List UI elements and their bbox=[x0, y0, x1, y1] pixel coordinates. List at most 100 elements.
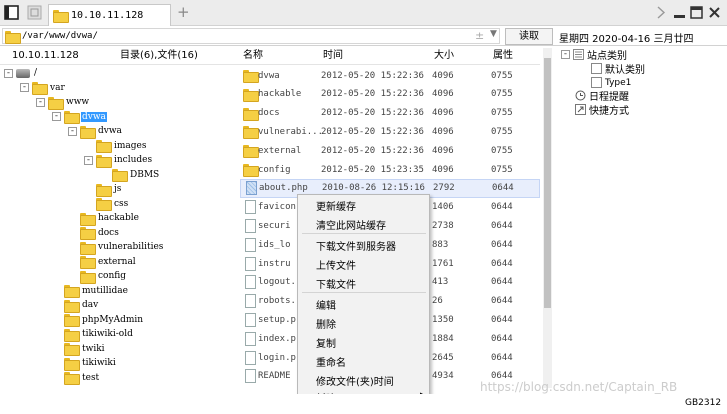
tree-node[interactable]: DBMS bbox=[100, 168, 160, 182]
tree-node[interactable]: phpMyAdmin bbox=[52, 313, 144, 327]
shortcuts-node[interactable]: 快捷方式 bbox=[575, 103, 629, 117]
encoding-label: GB2312 bbox=[685, 398, 722, 408]
collapse-icon[interactable]: - bbox=[4, 68, 13, 78]
folder-icon bbox=[242, 164, 259, 177]
menu-item-download[interactable]: 下载文件 bbox=[316, 276, 356, 291]
folder-icon bbox=[96, 154, 112, 168]
watermark: https://blog.csdn.net/Captain_RB bbox=[480, 380, 678, 394]
collapse-icon[interactable]: - bbox=[20, 83, 29, 92]
file-size: 4934 bbox=[432, 371, 454, 382]
read-button[interactable]: 读取 bbox=[505, 28, 553, 45]
file-row[interactable]: hackable 2012-05-20 15:22:36 4096 0755 bbox=[240, 85, 540, 104]
column-header-name[interactable]: 名称 bbox=[243, 47, 263, 64]
file-attr: 0755 bbox=[491, 145, 513, 156]
tree-node[interactable]: docs bbox=[68, 226, 120, 240]
file-attr: 0644 bbox=[491, 202, 513, 213]
scrollbar-thumb[interactable] bbox=[544, 58, 551, 308]
folder-icon bbox=[242, 107, 259, 121]
file-attr: 0644 bbox=[491, 239, 513, 250]
file-row[interactable]: docs 2012-05-20 15:22:36 4096 0755 bbox=[240, 104, 540, 123]
file-time: 2012-05-20 15:22:36 bbox=[321, 126, 424, 137]
menu-item-delete[interactable]: 删除 bbox=[316, 316, 336, 331]
tree-node[interactable]: - www bbox=[36, 95, 90, 110]
tree-node[interactable]: external bbox=[68, 255, 137, 269]
tree-node[interactable]: twiki bbox=[52, 342, 106, 356]
tree-node[interactable]: js bbox=[84, 182, 122, 197]
folder-icon bbox=[80, 241, 96, 255]
tree-node[interactable]: dav bbox=[52, 298, 99, 313]
tree-node[interactable]: - includes bbox=[84, 153, 153, 168]
path-input[interactable]: /var/www/dvwa/ bbox=[2, 28, 500, 44]
menu-item-refresh-cache[interactable]: 更新缓存 bbox=[316, 198, 356, 213]
menu-item-clear-cache[interactable]: 清空此网站缓存 bbox=[316, 217, 386, 232]
file-attr: 0755 bbox=[491, 89, 513, 100]
collapse-icon[interactable]: - bbox=[52, 112, 61, 121]
sidebar-toggle-icon[interactable] bbox=[4, 5, 19, 20]
collapse-icon[interactable]: - bbox=[561, 50, 570, 59]
menu-item-modify-time[interactable]: 修改文件(夹)时间 bbox=[316, 373, 394, 388]
tree-node[interactable]: - / bbox=[4, 66, 38, 80]
dropdown-arrow-icon[interactable]: ▼ bbox=[490, 29, 497, 39]
tree-node[interactable]: hackable bbox=[68, 211, 140, 226]
minimize-icon[interactable] bbox=[673, 6, 686, 19]
maximize-icon[interactable] bbox=[690, 6, 703, 19]
tree-node-label: css bbox=[114, 198, 129, 209]
file-row[interactable]: vulnerabi... 2012-05-20 15:22:36 4096 0755 bbox=[240, 122, 540, 141]
file-attr: 0755 bbox=[491, 126, 513, 137]
file-list-scrollbar[interactable] bbox=[543, 48, 552, 388]
menu-item-download-to-server[interactable]: 下载文件到服务器 bbox=[316, 238, 396, 253]
tree-node[interactable]: - dvwa bbox=[52, 110, 107, 124]
file-name: README bbox=[258, 371, 291, 382]
tree-node[interactable]: config bbox=[68, 269, 127, 284]
default-category-node[interactable]: 默认类别 bbox=[591, 62, 645, 76]
file-size: 4096 bbox=[432, 70, 454, 81]
chevron-right-icon[interactable] bbox=[654, 6, 667, 19]
file-size: 26 bbox=[432, 296, 443, 307]
folder-icon bbox=[64, 357, 80, 371]
menu-item-edit[interactable]: 编辑 bbox=[316, 297, 336, 312]
reminder-node[interactable]: 日程提醒 bbox=[575, 89, 629, 103]
tree-node[interactable]: tikiwiki-old bbox=[52, 327, 134, 342]
tree-node[interactable]: - dvwa bbox=[68, 124, 123, 139]
file-icon bbox=[242, 218, 258, 233]
tree-node[interactable]: test bbox=[52, 371, 100, 385]
file-icon bbox=[242, 294, 258, 309]
collapse-icon[interactable]: - bbox=[68, 126, 77, 136]
tree-node[interactable]: css bbox=[84, 197, 129, 211]
default-category-label: 默认类别 bbox=[605, 65, 645, 76]
file-icon bbox=[242, 369, 258, 384]
folder-icon bbox=[112, 169, 128, 182]
collapse-icon[interactable]: - bbox=[84, 155, 93, 165]
file-name: vulnerabi... bbox=[258, 126, 324, 137]
file-attr: 0644 bbox=[491, 352, 513, 363]
column-header-size[interactable]: 大小 bbox=[434, 47, 454, 64]
header-divider bbox=[0, 64, 540, 65]
tree-node[interactable]: - var bbox=[20, 81, 66, 95]
file-row[interactable]: dvwa 2012-05-20 15:22:36 4096 0755 bbox=[240, 66, 540, 85]
site-category-label: 站点类别 bbox=[587, 51, 627, 62]
tree-node-label: images bbox=[114, 140, 147, 151]
tree-node[interactable]: vulnerabilities bbox=[68, 240, 164, 255]
tree-node[interactable]: tikiwiki bbox=[52, 356, 117, 371]
tree-node[interactable]: mutillidae bbox=[52, 284, 129, 298]
new-tab-button[interactable]: + bbox=[177, 4, 190, 20]
file-size: 4096 bbox=[432, 145, 454, 156]
menu-item-copy[interactable]: 复制 bbox=[316, 335, 336, 350]
tree-node-label: DBMS bbox=[130, 169, 160, 180]
column-header-attr[interactable]: 属性 bbox=[493, 47, 513, 64]
menu-item-rename[interactable]: 重命名 bbox=[316, 354, 346, 369]
tab-active[interactable]: 10.10.11.128 bbox=[48, 4, 171, 26]
drive-icon bbox=[16, 68, 30, 78]
file-row[interactable]: external 2012-05-20 15:22:36 4096 0755 bbox=[240, 141, 540, 160]
tree-node-label: js bbox=[114, 184, 122, 194]
column-header-time[interactable]: 时间 bbox=[323, 47, 343, 64]
close-icon[interactable] bbox=[708, 6, 721, 19]
tree-node[interactable]: images bbox=[84, 139, 147, 153]
file-name: config bbox=[258, 164, 291, 175]
site-category-node[interactable]: - 站点类别 bbox=[561, 48, 627, 62]
menu-item-upload[interactable]: 上传文件 bbox=[316, 257, 356, 272]
file-row[interactable]: config 2012-05-20 15:23:35 4096 0755 bbox=[240, 160, 540, 179]
add-bookmark-icon[interactable]: ± bbox=[475, 29, 484, 42]
home-tab-icon[interactable] bbox=[27, 5, 42, 20]
collapse-icon[interactable]: - bbox=[36, 97, 45, 107]
